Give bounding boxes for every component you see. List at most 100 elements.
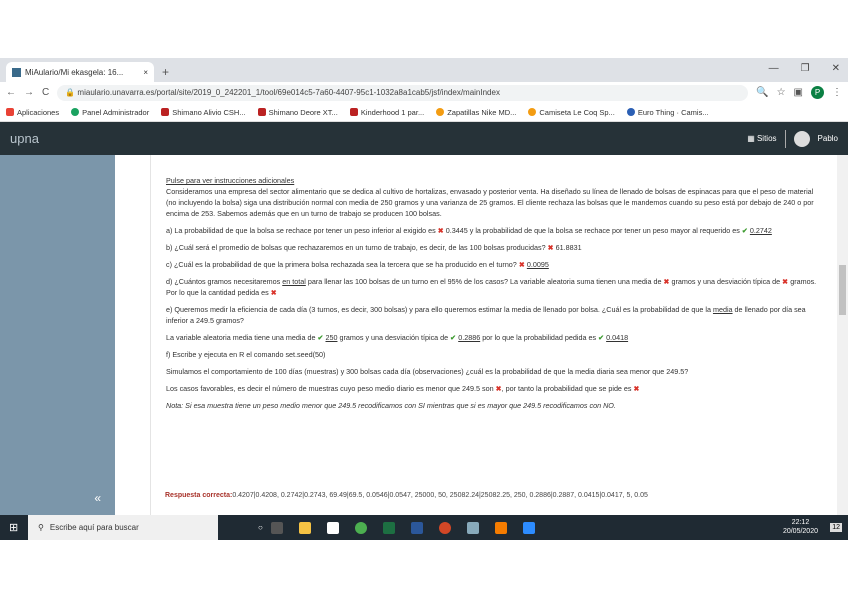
bookmark-label: Camiseta Le Coq Sp... xyxy=(539,107,615,117)
browser-window: MiAulario/Mi ekasgela: 16... × + — ❐ ✕ ← → C … xyxy=(0,58,848,540)
bookmark-label: Zapatillas Nike MD... xyxy=(447,107,517,117)
minimize-icon[interactable]: — xyxy=(769,63,779,74)
incorrect-icon: ✖ xyxy=(270,288,277,297)
store-icon[interactable] xyxy=(326,521,339,534)
forward-icon[interactable]: → xyxy=(24,87,34,98)
sites-button[interactable]: ▦ Sitios xyxy=(747,134,776,143)
text: c) ¿Cuál es la probabilidad de que la pr… xyxy=(166,260,517,269)
word-icon[interactable] xyxy=(410,521,423,534)
text: a) La probabilidad de que la bolsa se re… xyxy=(166,226,436,235)
task-view-icon[interactable] xyxy=(270,521,283,534)
text: b) ¿Cuál será el promedio de bolsas que … xyxy=(166,243,546,252)
text: gramos y una desviación típica de xyxy=(671,277,781,286)
incorrect-icon: ✖ xyxy=(782,277,789,286)
answer-b[interactable]: 61.8831 xyxy=(556,243,582,252)
collapse-sidebar-icon[interactable]: « xyxy=(94,491,101,505)
excel-icon[interactable] xyxy=(382,521,395,534)
app-icon[interactable] xyxy=(466,521,479,534)
scrollbar[interactable] xyxy=(837,155,848,515)
reload-icon[interactable]: C xyxy=(42,87,49,98)
bookmark[interactable]: Camiseta Le Coq Sp... xyxy=(528,107,615,117)
taskbar-search[interactable]: ⚲ Escribe aquí para buscar xyxy=(28,515,218,540)
correct-icon: ✔ xyxy=(450,333,457,342)
star-icon[interactable]: ☆ xyxy=(777,87,786,98)
search-icon: ⚲ xyxy=(38,523,44,532)
answer-a1[interactable]: 0.3445 xyxy=(446,226,468,235)
incorrect-icon: ✖ xyxy=(547,243,554,252)
date: 20/05/2020 xyxy=(782,528,818,535)
text: gramos y una desviación típica de xyxy=(339,333,449,342)
correct-answer-value: 0.4207|0.4208, 0.2742|0.2743, 69.49|69.5… xyxy=(232,492,648,499)
correct-answer: Respuesta correcta:0.4207|0.4208, 0.2742… xyxy=(165,492,648,499)
bookmark-label: Kinderhood 1 par... xyxy=(360,107,425,117)
url-input[interactable]: 🔒 miaulario.unavarra.es/portal/site/2019… xyxy=(57,84,749,101)
site-favicon xyxy=(12,67,21,77)
menu-icon[interactable]: ⋮ xyxy=(832,87,842,98)
incorrect-icon: ✖ xyxy=(633,384,640,393)
answer-e3[interactable]: 0.0418 xyxy=(606,333,628,342)
close-tab-icon[interactable]: × xyxy=(143,68,148,77)
bookmarks-bar: Aplicaciones Panel Administrador Shimano… xyxy=(0,103,848,122)
incorrect-icon: ✖ xyxy=(437,226,444,235)
correct-icon: ✔ xyxy=(741,226,748,235)
clock[interactable]: 22:12 20/05/2020 xyxy=(783,518,818,536)
lock-icon: 🔒 xyxy=(65,88,78,97)
bookmark-label: Shimano Deore XT... xyxy=(268,107,338,117)
zoom-icon[interactable]: 🔍 xyxy=(756,87,768,98)
bookmark[interactable]: Panel Administrador xyxy=(71,108,149,117)
bookmark[interactable]: Kinderhood 1 par... xyxy=(349,107,425,117)
correct-icon: ✔ xyxy=(317,333,324,342)
user-name[interactable]: Pablo xyxy=(818,134,838,143)
windows-start-icon[interactable]: ⊞ xyxy=(9,521,18,534)
back-icon[interactable]: ← xyxy=(6,87,16,98)
cortana-icon[interactable]: ○ xyxy=(258,523,263,532)
chrome-icon[interactable] xyxy=(354,521,367,534)
maximize-icon[interactable]: ❐ xyxy=(801,63,810,74)
part-f: f) Escribe y ejecuta en R el comando set… xyxy=(166,350,326,359)
text: La variable aleatoria media tiene una me… xyxy=(166,333,316,342)
new-tab-button[interactable]: + xyxy=(162,65,169,79)
part-d: d) ¿Cuántos gramos necesitaremos en tota… xyxy=(166,276,822,298)
upna-logo[interactable]: upna xyxy=(10,131,39,146)
bookmark[interactable]: Zapatillas Nike MD... xyxy=(436,108,516,117)
text: en total xyxy=(282,277,306,286)
close-window-icon[interactable]: ✕ xyxy=(832,63,840,74)
question-content: Pulse para ver instrucciones adicionales… xyxy=(150,155,836,515)
part-a: a) La probabilidad de que la bolsa se re… xyxy=(166,225,822,236)
bookmark[interactable]: Shimano Alivio CSH... xyxy=(161,107,246,117)
text: media xyxy=(712,305,733,314)
bookmark[interactable]: Shimano Deore XT... xyxy=(257,107,338,117)
text: Los casos favorables, es decir el número… xyxy=(166,384,494,393)
bookmark[interactable]: Euro Thing · Camis... xyxy=(626,107,709,117)
instructions-link[interactable]: Pulse para ver instrucciones adicionales xyxy=(166,176,294,185)
correct-icon: ✔ xyxy=(598,333,605,342)
profile-avatar[interactable]: P xyxy=(811,86,824,99)
answer-c[interactable]: 0.0095 xyxy=(527,260,549,269)
scrollbar-thumb[interactable] xyxy=(839,265,846,315)
text: d) ¿Cuántos gramos necesitaremos xyxy=(166,277,281,286)
browser-tab[interactable]: MiAulario/Mi ekasgela: 16... × xyxy=(6,62,154,82)
sidebar: « xyxy=(0,155,115,515)
correct-answer-label: Respuesta correcta: xyxy=(165,492,233,499)
note: Nota: Si esa muestra tiene un peso medio… xyxy=(166,401,616,410)
answer-a2[interactable]: 0.2742 xyxy=(750,226,772,235)
answer-e2[interactable]: 0.2886 xyxy=(458,333,480,342)
bookmark-apps[interactable]: Aplicaciones xyxy=(6,108,59,117)
text: para llenar las 100 bolsas de un turno e… xyxy=(307,277,662,286)
part-b: b) ¿Cuál será el promedio de bolsas que … xyxy=(166,242,822,253)
file-explorer-icon[interactable] xyxy=(298,521,311,534)
tab-title: MiAulario/Mi ekasgela: 16... xyxy=(25,67,124,77)
bookmark-label: Euro Thing · Camis... xyxy=(637,107,709,117)
powerpoint-icon[interactable] xyxy=(438,521,451,534)
app-icon[interactable] xyxy=(494,521,507,534)
user-avatar[interactable] xyxy=(793,130,810,147)
search-placeholder: Escribe aquí para buscar xyxy=(49,523,139,532)
notifications-badge[interactable]: 12 xyxy=(830,523,842,532)
incorrect-icon: ✖ xyxy=(518,260,525,269)
extension-icon[interactable]: ▣ xyxy=(794,87,803,98)
text: e) Queremos medir la eficiencia de cada … xyxy=(166,305,711,314)
zoom-app-icon[interactable] xyxy=(522,521,535,534)
answer-e1[interactable]: 250 xyxy=(325,333,337,342)
bookmark-label: Shimano Alivio CSH... xyxy=(172,107,246,117)
site-header: upna ▦ Sitios Pablo xyxy=(0,122,848,155)
